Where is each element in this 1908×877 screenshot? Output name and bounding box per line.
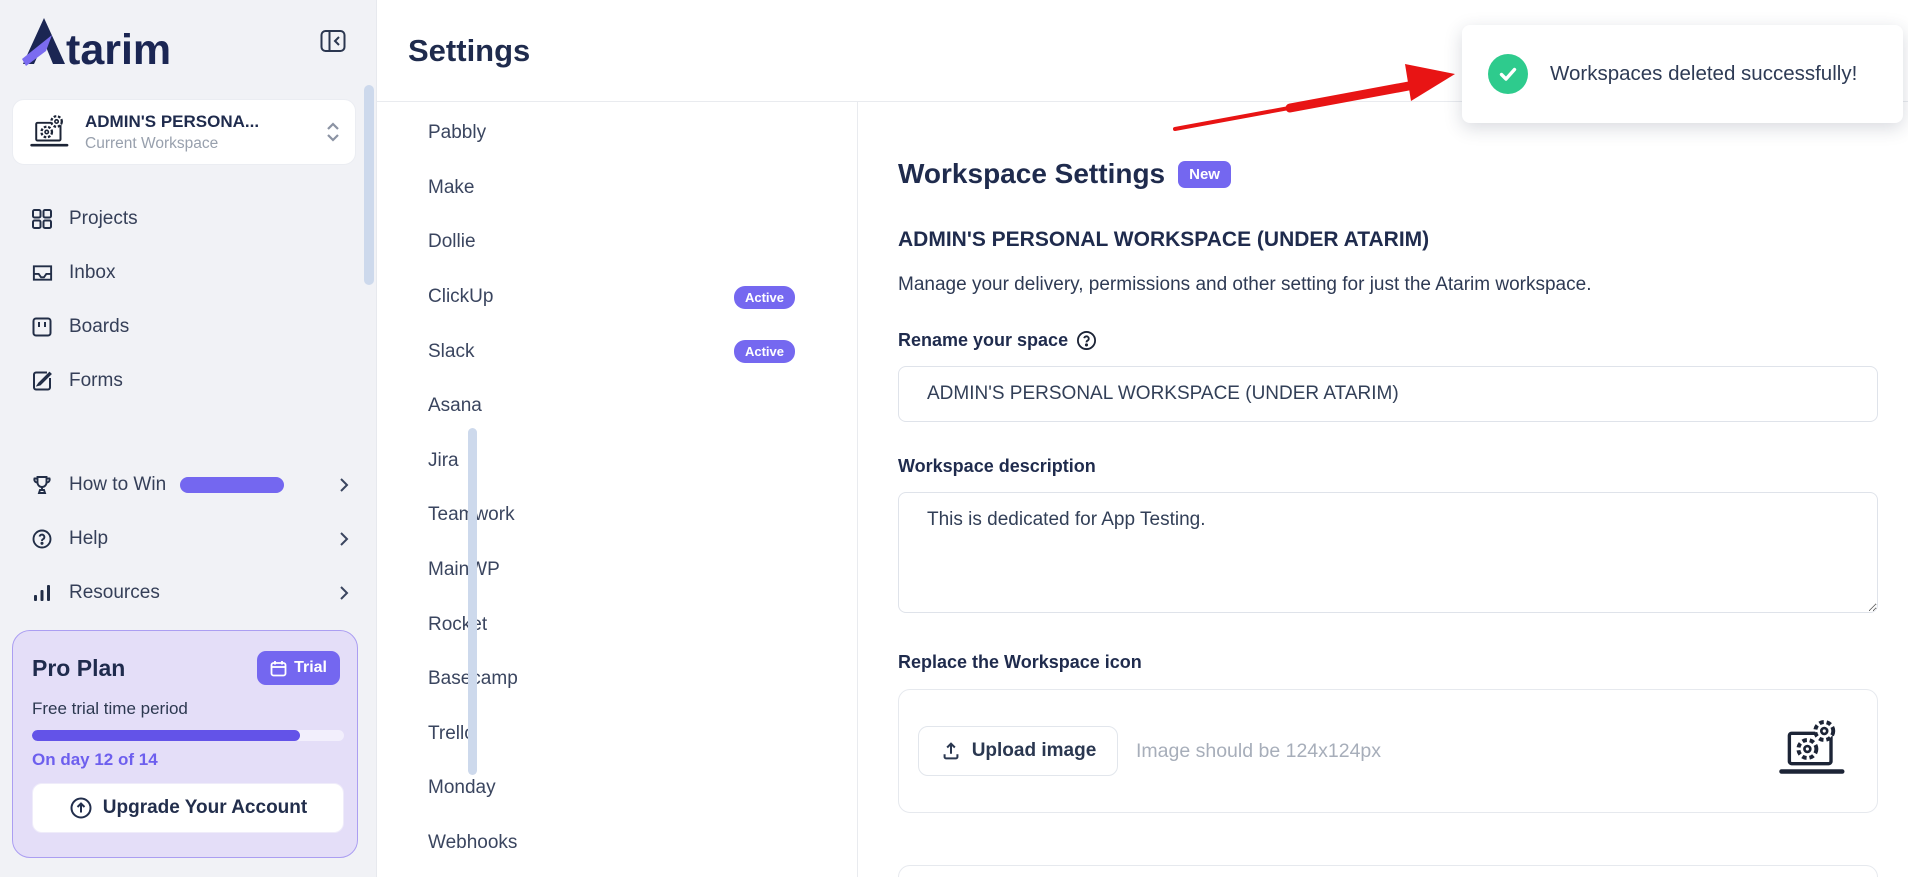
help-tooltip-icon[interactable] [1076, 330, 1097, 351]
help-circle-icon [30, 527, 54, 551]
sidebar-nav: Projects Inbox Boards [0, 192, 377, 408]
integration-item[interactable]: Make [377, 161, 857, 216]
plan-subtitle: Free trial time period [32, 699, 340, 719]
icon-upload-card: Upload image Image should be 124x124px [898, 689, 1878, 813]
upgrade-account-button[interactable]: Upgrade Your Account [32, 783, 344, 833]
sidebar: tarim ADMIN'S PERSONA... Current Workspa… [0, 0, 377, 877]
sidebar-item-help[interactable]: Help [0, 512, 377, 566]
chevron-right-icon [339, 531, 349, 547]
svg-text:tarim: tarim [66, 26, 171, 67]
how-to-win-progress [180, 477, 284, 493]
board-icon [30, 315, 54, 339]
trophy-icon [30, 473, 54, 497]
trial-progress-bar [32, 730, 344, 741]
grid-icon [30, 207, 54, 231]
workspace-laptop-gear-icon [1777, 716, 1849, 787]
page-title: Settings [408, 33, 530, 69]
circle-up-arrow-icon [69, 796, 93, 820]
active-badge: Active [734, 340, 795, 363]
upload-size-hint: Image should be 124x124px [1136, 740, 1381, 763]
success-check-icon [1488, 54, 1528, 94]
pro-plan-card: Pro Plan Trial Free trial time period On… [12, 630, 358, 858]
integration-item[interactable]: Monday [377, 761, 857, 816]
workspace-settings-description: Manage your delivery, permissions and ot… [898, 274, 1878, 296]
inbox-icon [30, 261, 54, 285]
trial-badge[interactable]: Trial [257, 651, 340, 685]
sidebar-collapse-icon[interactable] [316, 24, 350, 58]
integration-item[interactable]: Webhooks [377, 816, 857, 871]
toast-message: Workspaces deleted successfully! [1550, 61, 1857, 87]
form-pen-icon [30, 369, 54, 393]
sidebar-item-inbox[interactable]: Inbox [0, 246, 377, 300]
plan-title: Pro Plan [32, 655, 125, 682]
integration-item[interactable]: Dollie [377, 215, 857, 270]
integration-item[interactable]: Jira [377, 434, 857, 489]
workspace-name-heading: ADMIN'S PERSONAL WORKSPACE (UNDER ATARIM… [898, 228, 1878, 252]
upload-icon [940, 740, 962, 762]
workspace-laptop-gear-icon [29, 112, 71, 152]
sidebar-scrollbar[interactable] [364, 85, 374, 285]
workspace-settings-panel: Workspace Settings New ADMIN'S PERSONAL … [858, 102, 1908, 877]
current-workspace-subtitle: Current Workspace [85, 135, 325, 153]
chevron-right-icon [339, 477, 349, 493]
next-settings-card [898, 865, 1878, 877]
toast-notification[interactable]: Workspaces deleted successfully! [1462, 25, 1903, 123]
integrations-list: Pabbly Make Dollie ClickUp Active Slack … [377, 106, 857, 870]
integration-item[interactable]: ClickUp Active [377, 270, 857, 325]
sidebar-item-forms[interactable]: Forms [0, 354, 377, 408]
integration-item[interactable]: Slack Active [377, 324, 857, 379]
integration-item[interactable]: Teamwork [377, 488, 857, 543]
chevron-updown-icon [325, 121, 341, 143]
sidebar-item-how-to-win[interactable]: How to Win [0, 458, 377, 512]
integration-item[interactable]: Basecamp [377, 652, 857, 707]
chevron-right-icon [339, 585, 349, 601]
workspace-selector[interactable]: ADMIN'S PERSONA... Current Workspace [12, 99, 356, 165]
atarim-logo: tarim [22, 15, 190, 67]
active-badge: Active [734, 286, 795, 309]
integration-item[interactable]: Trello [377, 707, 857, 762]
integration-item[interactable]: Asana [377, 379, 857, 434]
bar-chart-icon [30, 581, 54, 605]
integration-item[interactable]: Pabbly [377, 106, 857, 161]
upload-image-button[interactable]: Upload image [918, 726, 1118, 776]
rename-space-label: Rename your space [898, 330, 1878, 351]
settings-menu-scrollbar[interactable] [468, 428, 477, 775]
integration-item[interactable]: Rocket [377, 597, 857, 652]
sidebar-secondary-nav: How to Win Help [0, 458, 377, 620]
current-workspace-name: ADMIN'S PERSONA... [85, 112, 325, 132]
sidebar-item-projects[interactable]: Projects [0, 192, 377, 246]
trial-days-label: On day 12 of 14 [32, 750, 340, 770]
new-badge: New [1178, 161, 1231, 188]
sidebar-item-boards[interactable]: Boards [0, 300, 377, 354]
settings-menu-column: Pabbly Make Dollie ClickUp Active Slack … [377, 102, 858, 877]
workspace-name-input[interactable] [898, 366, 1878, 422]
sidebar-item-resources[interactable]: Resources [0, 566, 377, 620]
workspace-description-textarea[interactable] [898, 492, 1878, 613]
integration-item[interactable]: MainWP [377, 543, 857, 598]
section-title: Workspace Settings [898, 158, 1165, 190]
calendar-icon [270, 660, 287, 677]
workspace-description-label: Workspace description [898, 456, 1878, 477]
replace-icon-label: Replace the Workspace icon [898, 652, 1878, 673]
